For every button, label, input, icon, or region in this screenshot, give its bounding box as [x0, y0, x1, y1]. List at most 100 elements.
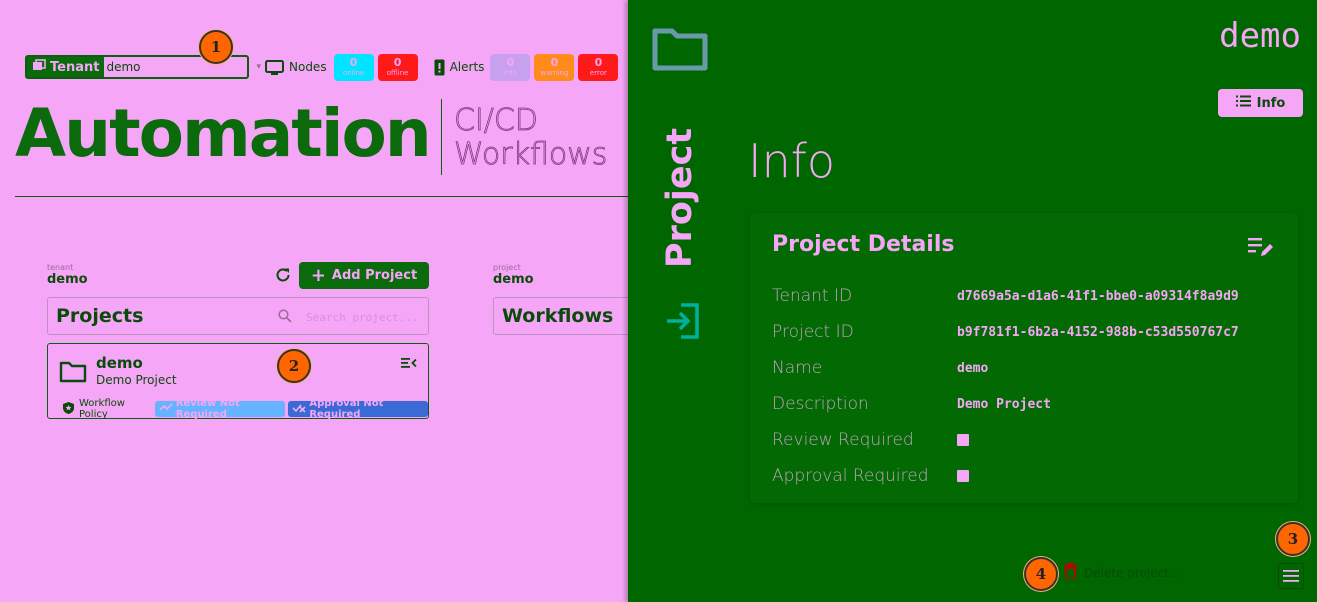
detail-value: Demo Project	[957, 396, 1051, 412]
plus-icon: +	[310, 264, 326, 286]
pill-label: info	[503, 69, 517, 77]
detail-row-project-id: Project ID b9f781f1-6b2a-4152-988b-c53d5…	[772, 321, 1239, 343]
folder-icon	[652, 26, 708, 76]
trend-icon	[159, 403, 173, 415]
approval-not-required-chip: Approval Not Required	[288, 398, 428, 420]
review-required-checkbox	[957, 434, 969, 446]
tenant-tag: Tenant	[27, 57, 105, 77]
add-project-label: Add Project	[331, 268, 418, 283]
project-details-title: Project Details	[772, 232, 955, 257]
hamburger-menu-icon[interactable]	[1278, 563, 1304, 589]
menu-open-icon[interactable]	[401, 354, 417, 373]
side-label-text: Project	[660, 127, 700, 269]
delete-project-button[interactable]: Delete project...	[1064, 563, 1180, 582]
drawer-heading: Info	[748, 134, 836, 188]
search-icon	[278, 309, 292, 326]
nodes-label: Nodes	[289, 60, 327, 74]
nodes-group: Nodes 0 online 0 offline	[265, 53, 418, 81]
project-description: Demo Project	[96, 373, 177, 387]
detail-row-name: Name demo	[772, 357, 988, 379]
review-not-required-chip: Review Not Required	[154, 398, 286, 420]
header-divider	[15, 196, 628, 197]
alerts-label: Alerts	[449, 60, 485, 74]
tenant-label: Tenant	[50, 59, 100, 75]
detail-key: Review Required	[772, 430, 914, 450]
approval-off-icon	[292, 403, 306, 416]
tenant-caption: tenant	[47, 263, 74, 272]
main-app: Tenant ▾ Nodes 0 online 0 offline	[0, 0, 653, 602]
alerts-error-pill[interactable]: 0 error	[578, 53, 619, 81]
detail-value: demo	[957, 360, 989, 376]
folder-icon	[59, 360, 87, 388]
subtitle-line-2: Workflows	[454, 137, 608, 172]
annotation-badge-3: 3	[1276, 522, 1310, 556]
chevron-down-icon[interactable]: ▾	[256, 62, 261, 72]
shield-icon	[62, 401, 75, 418]
tenant-input[interactable]	[104, 57, 257, 77]
drawer-side-label: Project	[660, 128, 700, 268]
detail-row-description: Description Demo Project	[772, 393, 1051, 415]
pill-label: online	[342, 69, 365, 77]
page-title: Automation	[15, 95, 432, 172]
workflow-policy: Workflow Policy	[62, 398, 152, 420]
tenant-value: demo	[47, 272, 88, 287]
detail-row-tenant-id: Tenant ID d7669a5a-d1a6-41f1-bbe0-a09314…	[772, 285, 1239, 307]
annotation-badge-4: 4	[1024, 557, 1058, 591]
info-button-label: Info	[1256, 95, 1286, 111]
add-project-button[interactable]: + Add Project	[299, 262, 429, 289]
pill-count: 0	[594, 56, 603, 69]
tenant-icon	[32, 59, 46, 75]
annotation-badge-2: 2	[277, 349, 311, 383]
detail-row-approval-required: Approval Required	[772, 465, 969, 487]
drawer-title: demo	[1219, 16, 1301, 56]
project-caption: project	[493, 263, 521, 272]
policy-chips: Workflow Policy Review Not Required Appr…	[62, 398, 428, 420]
project-details-card: Project Details Tenant ID d7669a5a-d1a6-…	[750, 213, 1298, 503]
projects-panel-header: Projects Search project...	[47, 297, 429, 335]
pill-count: 0	[393, 56, 402, 69]
search-input[interactable]: Search project...	[306, 311, 419, 324]
info-button[interactable]: Info	[1218, 89, 1303, 117]
workflow-policy-label: Workflow Policy	[79, 398, 125, 420]
projects-panel-title: Projects	[56, 305, 144, 327]
alert-icon	[434, 59, 445, 76]
annotation-badge-1: 1	[199, 30, 233, 64]
project-value: demo	[493, 272, 534, 287]
project-card[interactable]: demo Demo Project Workflow Policy Review…	[47, 343, 429, 420]
project-search[interactable]: Search project...	[278, 309, 419, 326]
edit-icon[interactable]	[1248, 235, 1276, 263]
subtitle-line-1: CI/CD	[454, 103, 539, 138]
workflows-panel-title: Workflows	[502, 305, 614, 327]
review-chip-label: Review Not Required	[175, 398, 240, 420]
title-divider	[441, 99, 442, 175]
list-icon	[1235, 95, 1251, 111]
monitor-icon	[265, 59, 284, 75]
project-name: demo	[96, 354, 143, 372]
detail-value: b9f781f1-6b2a-4152-988b-c53d550767c7	[957, 324, 1239, 340]
nodes-offline-pill[interactable]: 0 offline	[377, 53, 418, 81]
delete-project-label: Delete project...	[1084, 565, 1181, 580]
detail-key: Approval Required	[772, 466, 929, 486]
pill-label: error	[589, 69, 607, 77]
page-subtitle: CI/CD Workflows	[454, 103, 608, 172]
alerts-warning-pill[interactable]: 0 warning	[534, 53, 575, 81]
detail-key: Project ID	[772, 322, 854, 342]
detail-key: Name	[772, 358, 823, 378]
approval-chip-label: Approval Not Required	[309, 398, 384, 420]
pill-label: warning	[540, 69, 569, 77]
pill-count: 0	[550, 56, 559, 69]
alerts-group: Alerts 0 info 0 warning 0 error	[434, 53, 619, 81]
approval-required-checkbox	[957, 470, 969, 482]
detail-row-review-required: Review Required	[772, 429, 969, 451]
alerts-info-pill[interactable]: 0 info	[490, 53, 531, 81]
pill-count: 0	[506, 56, 515, 69]
refresh-icon[interactable]	[273, 265, 293, 285]
detail-value: d7669a5a-d1a6-41f1-bbe0-a09314f8a9d9	[957, 288, 1239, 304]
project-drawer: Project demo Info Info Project Details T…	[628, 0, 1317, 602]
pill-label: offline	[386, 69, 409, 77]
detail-key: Description	[772, 394, 869, 414]
login-icon[interactable]	[664, 302, 702, 344]
nodes-online-pill[interactable]: 0 online	[333, 53, 374, 81]
trash-icon	[1064, 563, 1077, 582]
pill-count: 0	[349, 56, 358, 69]
